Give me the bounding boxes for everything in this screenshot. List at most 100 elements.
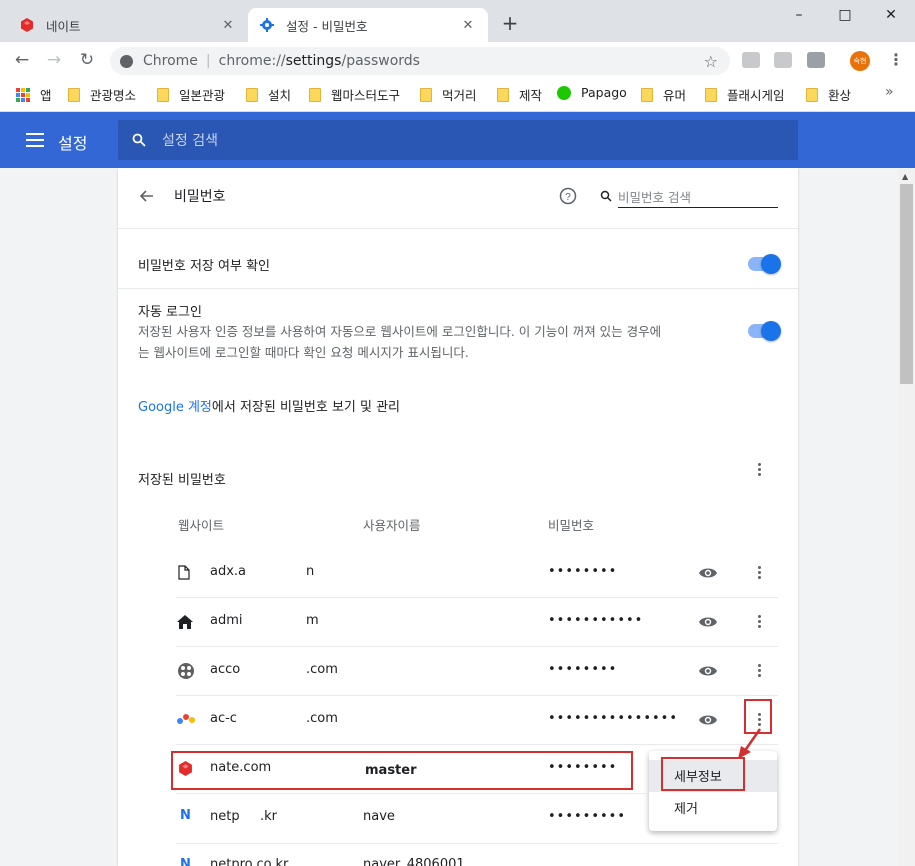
- naver-favicon-icon: N: [180, 857, 191, 866]
- tab-nate[interactable]: 네이트 ✕: [8, 8, 248, 42]
- eye-icon[interactable]: [698, 615, 718, 629]
- bookmark-label: 플래시게임: [727, 88, 785, 103]
- annotation-arrow: [738, 728, 762, 759]
- bookmark-folder[interactable]: 먹거리: [420, 85, 477, 104]
- folder-icon: [497, 87, 509, 102]
- close-window-button[interactable]: ✕: [868, 0, 914, 30]
- settings-content: 비밀번호 ? 비밀번호 검색 비밀번호 저장 여부 확인 자동 로그인 저장된 …: [0, 168, 915, 866]
- scrollbar[interactable]: ▲: [898, 168, 915, 866]
- help-icon[interactable]: ?: [559, 187, 577, 205]
- reload-icon[interactable]: ↻: [76, 49, 98, 71]
- bookmarks-overflow-button[interactable]: »: [885, 84, 894, 100]
- back-arrow-icon[interactable]: ←: [11, 49, 33, 71]
- bookmark-label: 먹거리: [442, 88, 477, 103]
- row-site: admi: [210, 613, 243, 628]
- row-divider: [176, 843, 778, 844]
- chrome-site-icon: [120, 54, 133, 68]
- extension-icon[interactable]: [807, 52, 825, 68]
- papago-icon: [557, 85, 571, 100]
- folder-icon: [157, 87, 169, 102]
- row-username: nave: [363, 809, 395, 824]
- extension-icon[interactable]: [742, 52, 760, 68]
- tab-settings[interactable]: 설정 - 비밀번호 ✕: [248, 8, 488, 42]
- extension-icon[interactable]: [774, 52, 792, 68]
- auto-signin-toggle[interactable]: [748, 321, 781, 341]
- highlight-box: [661, 757, 745, 791]
- row-site-tail: .com: [306, 711, 338, 726]
- search-icon: [600, 190, 612, 202]
- bookmark-folder[interactable]: 설치: [246, 85, 291, 104]
- settings-header: 설정 설정 검색: [0, 112, 915, 168]
- back-arrow-icon[interactable]: [138, 188, 154, 204]
- address-bar[interactable]: Chrome | chrome://settings/passwords ☆: [110, 47, 730, 75]
- row-site: netpro.co.kr: [210, 857, 289, 866]
- eye-icon[interactable]: [698, 566, 718, 580]
- bookmark-folder[interactable]: 일본관광: [157, 85, 225, 104]
- bookmark-folder[interactable]: 관광명소: [68, 85, 136, 104]
- row-site: netp: [210, 809, 240, 824]
- bookmark-star-icon[interactable]: ☆: [704, 52, 718, 71]
- close-tab-icon[interactable]: ✕: [220, 18, 236, 33]
- bookmark-folder[interactable]: 플래시게임: [705, 85, 785, 104]
- tab-strip: 네이트 ✕ 설정 - 비밀번호 ✕ + – □ ✕: [0, 0, 915, 42]
- avatar[interactable]: 숙현: [850, 51, 870, 71]
- row-password: •••••••••••••••: [548, 711, 679, 726]
- search-icon: [132, 133, 146, 147]
- menu-icon[interactable]: [26, 133, 44, 147]
- row-site-tail: .com: [306, 662, 338, 677]
- site-favicon-icon: [178, 663, 194, 679]
- more-actions-icon[interactable]: [750, 460, 768, 478]
- eye-icon[interactable]: [698, 713, 718, 727]
- settings-search-input[interactable]: 설정 검색: [118, 120, 798, 160]
- row-password: •••••••••••: [548, 613, 644, 628]
- row-site-tail: m: [306, 613, 319, 628]
- folder-icon: [806, 87, 818, 102]
- google-account-link[interactable]: Google 계정: [138, 400, 212, 415]
- page-title: 비밀번호: [174, 189, 226, 205]
- password-search-input[interactable]: 비밀번호 검색: [618, 186, 778, 208]
- bookmark-papago[interactable]: Papago: [557, 85, 627, 100]
- bookmark-folder[interactable]: 제작: [497, 85, 542, 104]
- row-more-icon[interactable]: [750, 661, 768, 679]
- row-divider: [176, 744, 778, 745]
- offer-save-toggle[interactable]: [748, 254, 781, 274]
- scroll-thumb[interactable]: [900, 184, 913, 384]
- divider: [118, 288, 798, 289]
- new-tab-button[interactable]: +: [498, 11, 522, 35]
- bookmark-label: 앱: [40, 88, 52, 103]
- minimize-button[interactable]: –: [776, 0, 822, 30]
- home-icon: [177, 615, 193, 629]
- bookmark-apps[interactable]: 앱: [16, 85, 52, 104]
- bookmark-label: 관광명소: [90, 88, 137, 103]
- url-prefix: chrome://: [218, 53, 286, 69]
- row-password: ••••••••: [548, 662, 618, 677]
- auto-signin-description: 저장된 사용자 인증 정보를 사용하여 자동으로 웹사이트에 로그인합니다. 이…: [138, 324, 662, 339]
- bookmark-label: 웹마스터도구: [331, 88, 401, 103]
- close-tab-icon[interactable]: ✕: [460, 18, 476, 33]
- row-more-icon[interactable]: [750, 612, 768, 630]
- row-more-icon[interactable]: [750, 563, 768, 581]
- tab-title: 네이트: [46, 18, 81, 34]
- apps-grid-icon: [16, 87, 30, 102]
- maximize-button[interactable]: □: [822, 0, 868, 30]
- bookmark-label: 설치: [268, 88, 292, 103]
- menu-item-remove[interactable]: 제거: [674, 798, 698, 817]
- naver-favicon-icon: N: [180, 808, 191, 823]
- folder-icon: [68, 87, 80, 102]
- forward-arrow-icon[interactable]: →: [43, 49, 65, 71]
- divider: [118, 228, 798, 229]
- bookmark-folder[interactable]: 웹마스터도구: [309, 85, 400, 104]
- bookmarks-bar: 앱 관광명소 일본관광 설치 웹마스터도구 먹거리 제작 Papago 유머 플…: [0, 78, 915, 112]
- bookmark-folder[interactable]: 환상: [806, 85, 851, 104]
- column-header-username: 사용자이름: [363, 518, 421, 533]
- bookmark-label: 유머: [663, 88, 687, 103]
- bookmark-folder[interactable]: 유머: [641, 85, 686, 104]
- file-icon: [178, 565, 190, 580]
- auto-signin-description-2: 는 웹사이트에 로그인할 때마다 확인 요청 메시지가 표시됩니다.: [138, 345, 469, 360]
- row-password: •••••••••: [548, 809, 627, 824]
- saved-passwords-title: 저장된 비밀번호: [138, 473, 226, 488]
- browser-menu-icon[interactable]: ⋮: [888, 52, 904, 68]
- folder-icon: [246, 87, 258, 102]
- scroll-up-icon[interactable]: ▲: [902, 172, 908, 181]
- eye-icon[interactable]: [698, 664, 718, 678]
